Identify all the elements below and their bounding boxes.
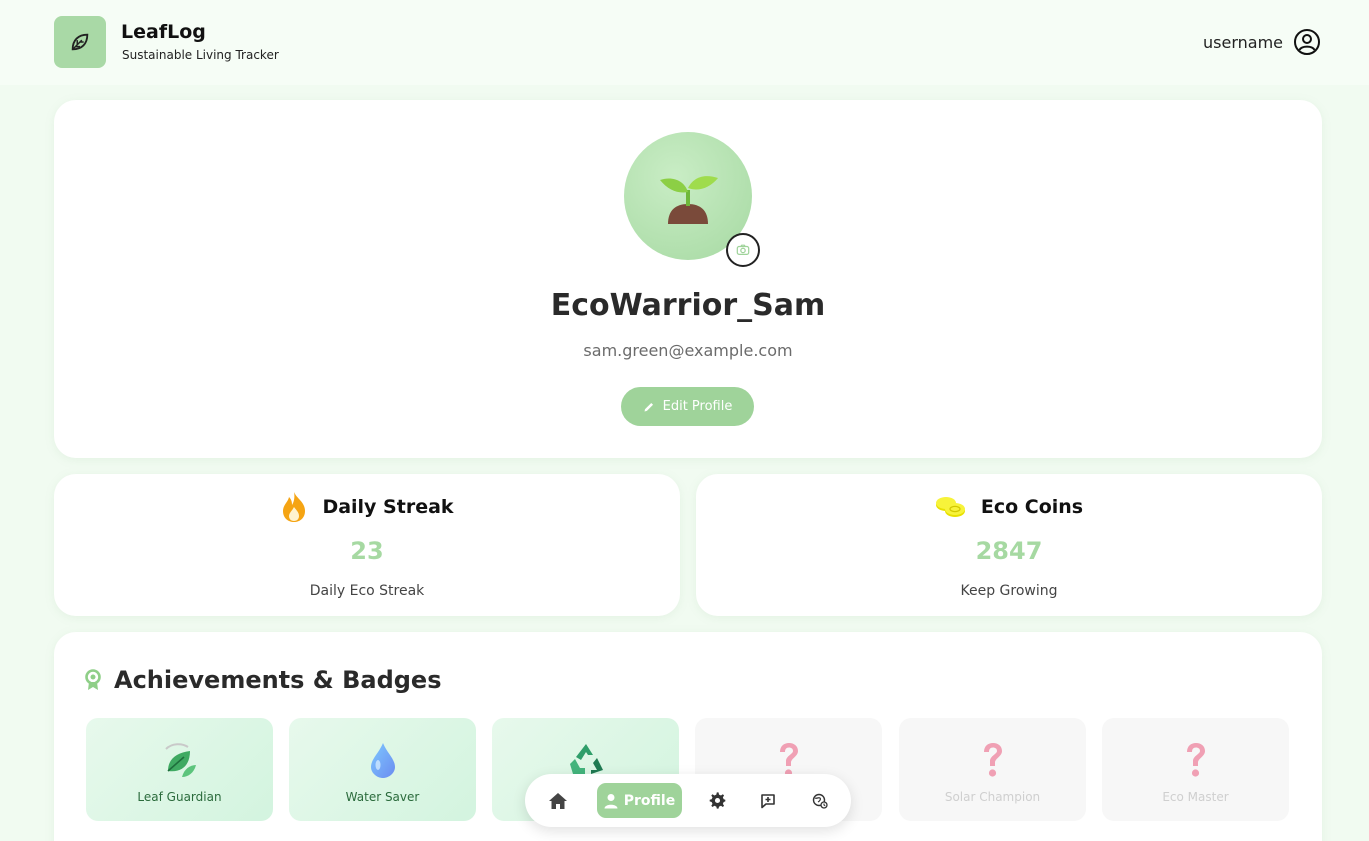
app-logo[interactable] xyxy=(54,16,106,68)
question-mark-icon xyxy=(1186,743,1205,777)
daily-streak-card: Daily Streak 23 Daily Eco Streak xyxy=(54,474,680,616)
achievements-title: Achievements & Badges xyxy=(114,666,442,694)
camera-icon xyxy=(736,244,750,255)
edit-profile-button[interactable]: Edit Profile xyxy=(621,387,754,426)
user-menu[interactable]: username xyxy=(1203,27,1321,57)
chat-add-icon xyxy=(761,793,775,808)
nav-messages[interactable] xyxy=(753,783,783,818)
profile-display-name: EcoWarrior_Sam xyxy=(550,288,826,323)
badge-water-saver[interactable]: Water Saver xyxy=(289,718,476,821)
stat-value: 23 xyxy=(350,537,384,565)
badge-label: Solar Champion xyxy=(944,790,1041,804)
seedling-icon xyxy=(660,176,718,224)
badge-label: Eco Master xyxy=(1162,790,1229,804)
nav-settings[interactable] xyxy=(702,783,732,818)
stat-title: Eco Coins xyxy=(980,496,1084,518)
fire-icon xyxy=(283,492,306,522)
user-circle-icon[interactable] xyxy=(1293,28,1321,56)
badge-label: Water Saver xyxy=(345,790,420,804)
leaf-icon xyxy=(71,33,89,51)
nav-home[interactable] xyxy=(542,783,574,818)
question-mark-icon xyxy=(983,743,1002,777)
badge-leaf-guardian[interactable]: Leaf Guardian xyxy=(86,718,273,821)
nav-profile-label: Profile xyxy=(623,792,676,809)
badge-label: Leaf Guardian xyxy=(137,790,222,804)
settings-gear-icon xyxy=(709,792,725,809)
change-avatar-button[interactable] xyxy=(726,233,760,267)
username-label: username xyxy=(1203,32,1283,52)
profile-card: EcoWarrior_Sam sam.green@example.com Edi… xyxy=(54,100,1322,458)
nav-profile[interactable]: Profile xyxy=(597,783,682,818)
stat-value: 2847 xyxy=(975,537,1043,565)
coins-icon xyxy=(935,497,965,517)
stat-header: Daily Streak xyxy=(54,490,680,524)
edit-profile-label: Edit Profile xyxy=(662,399,733,414)
recycle-icon xyxy=(569,744,603,774)
nav-eco[interactable] xyxy=(805,783,835,818)
bottom-nav: Profile xyxy=(525,774,851,827)
pencil-icon xyxy=(644,402,653,411)
user-icon xyxy=(604,793,618,808)
stat-title: Daily Streak xyxy=(322,496,454,518)
app-header: LeafLog Sustainable Living Tracker usern… xyxy=(0,0,1369,85)
eco-globe-icon xyxy=(812,793,828,809)
eco-coins-card: Eco Coins 2847 Keep Growing xyxy=(696,474,1322,616)
stat-header: Eco Coins xyxy=(696,490,1322,524)
stat-caption: Keep Growing xyxy=(960,583,1058,599)
brand-name: LeafLog xyxy=(121,21,206,43)
home-icon xyxy=(549,792,567,809)
award-ribbon-icon xyxy=(85,669,101,690)
badge-solar-champion[interactable]: Solar Champion xyxy=(899,718,1086,821)
stat-caption: Daily Eco Streak xyxy=(309,583,425,599)
badge-eco-master[interactable]: Eco Master xyxy=(1102,718,1289,821)
profile-email: sam.green@example.com xyxy=(583,341,793,360)
achievements-header: Achievements & Badges xyxy=(84,665,442,695)
leaf-guardian-icon xyxy=(164,743,196,777)
water-drop-icon xyxy=(370,743,395,778)
brand-tagline: Sustainable Living Tracker xyxy=(122,48,279,62)
